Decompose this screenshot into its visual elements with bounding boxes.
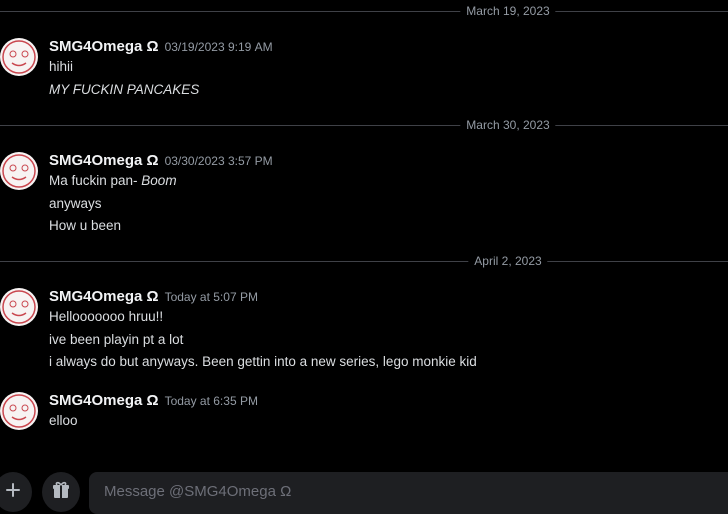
author-name[interactable]: SMG4Omega Ω xyxy=(49,288,159,305)
date-divider-label: April 2, 2023 xyxy=(468,252,548,270)
avatar[interactable] xyxy=(0,38,38,76)
timestamp: Today at 6:35 PM xyxy=(164,394,258,408)
message-emphasis: MY FUCKIN PANCAKES xyxy=(49,82,200,97)
avatar[interactable] xyxy=(0,152,38,190)
message-header: SMG4Omega Ω 03/19/2023 9:19 AM xyxy=(49,38,273,56)
gift-icon xyxy=(51,480,71,505)
message-text: Hellooooooo hruu!! xyxy=(49,309,164,324)
message-text: ive been playin pt a lot xyxy=(49,332,184,347)
message-emphasis: Boom xyxy=(141,173,177,188)
date-divider-label: March 30, 2023 xyxy=(460,116,556,134)
timestamp: 03/19/2023 9:19 AM xyxy=(164,40,273,54)
message-composer xyxy=(0,472,728,514)
avatar[interactable] xyxy=(0,288,38,326)
message-text: i always do but anyways. Been gettin int… xyxy=(49,354,477,369)
add-attachment-button[interactable] xyxy=(0,472,32,512)
message-header: SMG4Omega Ω 03/30/2023 3:57 PM xyxy=(49,152,273,170)
author-name[interactable]: SMG4Omega Ω xyxy=(49,392,159,409)
message-text: How u been xyxy=(49,218,122,233)
timestamp: 03/30/2023 3:57 PM xyxy=(164,154,273,168)
gift-button[interactable] xyxy=(42,472,80,512)
message-text: elloo xyxy=(49,413,78,428)
message-text-plain: Ma fuckin pan- xyxy=(49,173,142,188)
message-text: hihii xyxy=(49,59,74,74)
plus-icon xyxy=(4,481,22,504)
message-text: Ma fuckin pan- Boom xyxy=(49,172,177,190)
date-divider: April 2, 2023 xyxy=(0,251,728,271)
author-name[interactable]: SMG4Omega Ω xyxy=(49,152,159,169)
message-text: MY FUCKIN PANCAKES xyxy=(49,81,199,99)
message-input[interactable] xyxy=(102,482,706,501)
message-header: SMG4Omega Ω Today at 6:35 PM xyxy=(49,392,258,410)
date-divider-label: March 19, 2023 xyxy=(460,2,556,20)
message-input-box xyxy=(89,472,728,514)
message-text: anyways xyxy=(49,196,102,211)
author-name[interactable]: SMG4Omega Ω xyxy=(49,38,159,55)
date-divider: March 30, 2023 xyxy=(0,115,728,135)
avatar[interactable] xyxy=(0,392,38,430)
message-header: SMG4Omega Ω Today at 5:07 PM xyxy=(49,288,258,306)
timestamp: Today at 5:07 PM xyxy=(164,290,258,304)
date-divider: March 19, 2023 xyxy=(0,1,728,21)
